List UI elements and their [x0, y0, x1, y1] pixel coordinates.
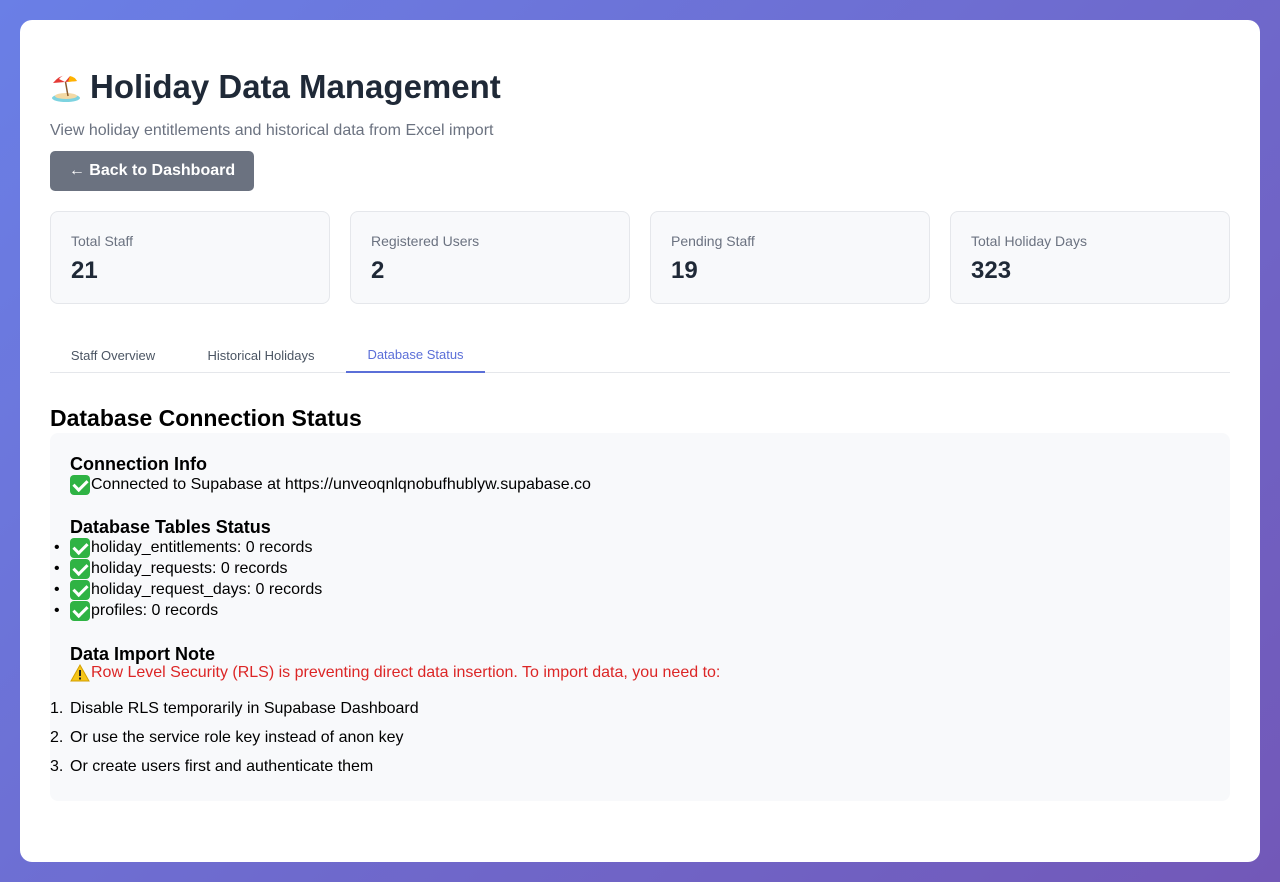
section-title: Database Connection Status [50, 405, 362, 431]
check-icon [70, 475, 90, 495]
list-item: 1. Disable RLS temporarily in Supabase D… [50, 700, 419, 717]
table-status-text: holiday_requests: 0 records [91, 560, 288, 577]
connection-text: Connected to Supabase at https://unveoqn… [91, 476, 591, 493]
page-subtitle: View holiday entitlements and historical… [50, 122, 494, 139]
import-step-text: Disable RLS temporarily in Supabase Dash… [70, 700, 419, 717]
stat-card-registered-users: Registered Users 2 [350, 211, 630, 304]
list-item: 3. Or create users first and authenticat… [50, 758, 374, 775]
database-status-panel: Connection Info Connected to Supabase at… [50, 433, 1230, 801]
import-warning-text: Row Level Security (RLS) is preventing d… [91, 664, 721, 681]
connection-info-text: Connected to Supabase at https://unveoqn… [70, 475, 591, 495]
list-item: • holiday_requests: 0 records [54, 559, 288, 579]
list-item: 2. Or use the service role key instead o… [50, 729, 404, 746]
check-icon [70, 580, 90, 600]
check-icon [70, 538, 90, 558]
check-icon [70, 601, 90, 621]
page-title: Holiday Data Management [50, 70, 501, 103]
stats-row: Total Staff 21 Registered Users 2 Pendin… [50, 211, 1230, 304]
stat-card-pending-staff: Pending Staff 19 [650, 211, 930, 304]
check-icon [70, 559, 90, 579]
connection-info-heading: Connection Info [70, 454, 207, 474]
import-note-heading: Data Import Note [70, 644, 216, 664]
list-item: • holiday_entitlements: 0 records [54, 538, 313, 558]
tab-database-status[interactable]: Database Status [346, 338, 485, 373]
back-to-dashboard-button[interactable]: ← Back to Dashboard [50, 151, 254, 191]
list-item: • holiday_request_days: 0 records [54, 580, 323, 600]
table-status-text: holiday_entitlements: 0 records [91, 539, 313, 556]
stat-card-total-holiday-days: Total Holiday Days 323 [950, 211, 1230, 304]
tab-bar: Staff Overview Historical Holidays Datab… [50, 338, 1230, 373]
tab-historical-holidays[interactable]: Historical Holidays [186, 338, 336, 373]
import-warning: Row Level Security (RLS) is preventing d… [70, 664, 720, 682]
stat-label: Total Holiday Days [971, 233, 1087, 249]
table-status-text: holiday_request_days: 0 records [91, 581, 323, 598]
import-step-text: Or use the service role key instead of a… [70, 729, 404, 746]
stat-value: 19 [671, 257, 698, 284]
stat-card-total-staff: Total Staff 21 [50, 211, 330, 304]
table-status-text: profiles: 0 records [91, 602, 219, 619]
stat-label: Total Staff [71, 233, 134, 249]
list-item: • profiles: 0 records [54, 601, 219, 621]
import-step-text: Or create users first and authenticate t… [70, 758, 374, 775]
warning-icon [70, 664, 90, 682]
stat-label: Registered Users [371, 233, 480, 249]
stat-label: Pending Staff [671, 233, 755, 249]
beach-umbrella-icon [52, 74, 80, 102]
stat-value: 323 [971, 257, 1012, 284]
tab-staff-overview[interactable]: Staff Overview [50, 338, 176, 373]
page-title-text: Holiday Data Management [90, 68, 501, 105]
tables-status-heading: Database Tables Status [70, 517, 271, 537]
stat-value: 21 [71, 257, 98, 284]
stat-value: 2 [371, 257, 385, 284]
main-card: Holiday Data Management View holiday ent… [20, 20, 1260, 862]
